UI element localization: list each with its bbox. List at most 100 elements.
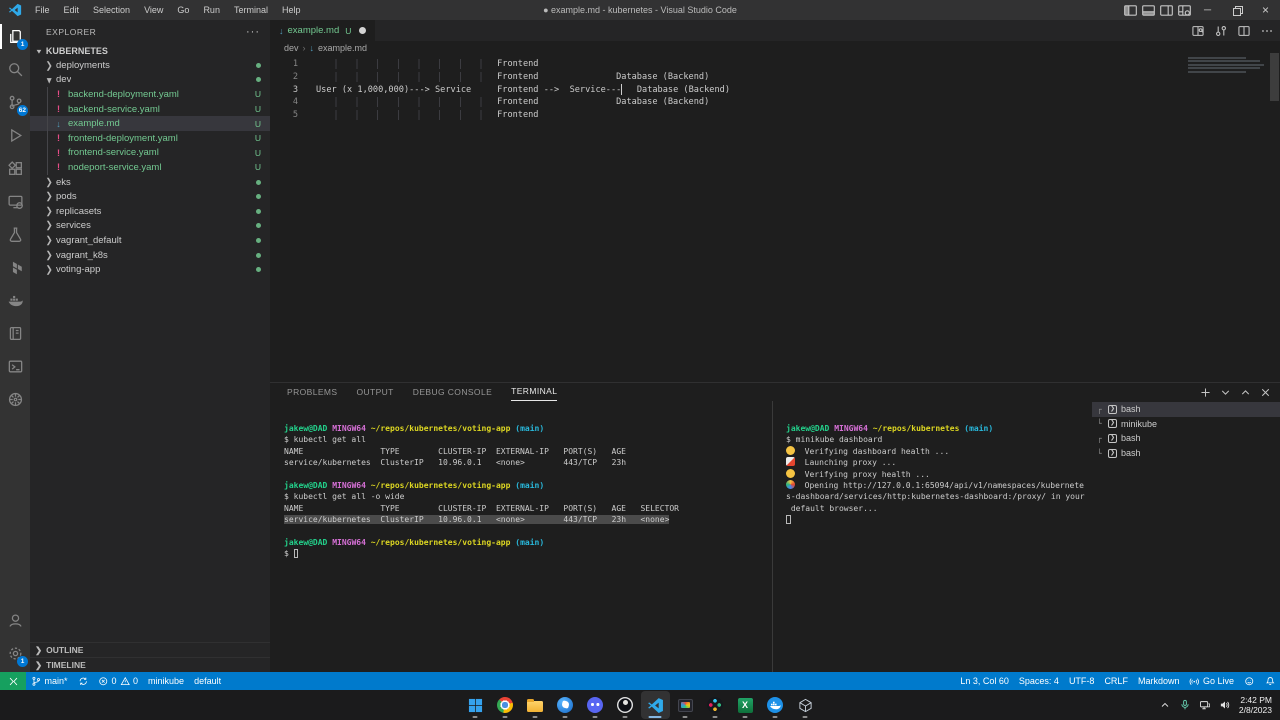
menu-terminal[interactable]: Terminal xyxy=(227,5,275,15)
tree-item-eks[interactable]: ❯ eks xyxy=(30,175,270,190)
status-git-branch[interactable]: main* xyxy=(26,672,73,690)
tree-item-services[interactable]: ❯ services xyxy=(30,219,270,234)
taskbar-obs-studio-icon[interactable] xyxy=(611,691,640,719)
taskbar-excel-icon[interactable]: X xyxy=(731,691,760,719)
activity-notebook-icon[interactable] xyxy=(0,317,30,350)
taskbar-screen-tool-icon[interactable] xyxy=(671,691,700,719)
activity-testing-icon[interactable] xyxy=(0,218,30,251)
status-encoding[interactable]: UTF-8 xyxy=(1064,672,1100,690)
status-kubernetes-context[interactable]: minikube xyxy=(143,672,189,690)
status-cursor-position[interactable]: Ln 3, Col 60 xyxy=(955,672,1014,690)
activity-docker-icon[interactable] xyxy=(0,284,30,317)
tray-chevron-up-icon[interactable] xyxy=(1159,699,1171,711)
tree-item-dev[interactable]: ▼ dev xyxy=(30,73,270,88)
menu-help[interactable]: Help xyxy=(275,5,308,15)
workspace-section-header[interactable]: ▼ KUBERNETES xyxy=(30,44,270,58)
status-indentation[interactable]: Spaces: 4 xyxy=(1014,672,1064,690)
tray-network-icon[interactable] xyxy=(1199,699,1211,711)
status-notifications[interactable] xyxy=(1260,672,1280,690)
tree-item-example-md[interactable]: ↓ example.md U xyxy=(30,116,270,131)
status-feedback[interactable] xyxy=(1239,672,1260,690)
activity-terraform-icon[interactable] xyxy=(0,251,30,284)
taskbar-slack-icon[interactable] xyxy=(701,691,730,719)
panel-tab-output[interactable]: OUTPUT xyxy=(356,384,393,401)
taskbar-3d-viewer-icon[interactable] xyxy=(791,691,820,719)
layout-customize-icon[interactable] xyxy=(1175,0,1193,20)
unsaved-dot-icon[interactable] xyxy=(359,27,367,34)
tree-item-nodeport-service-yaml[interactable]: ! nodeport-service.yaml U xyxy=(30,160,270,175)
panel-tab-debug-console[interactable]: DEBUG CONSOLE xyxy=(413,384,492,401)
remote-indicator[interactable] xyxy=(0,672,26,690)
panel-tab-problems[interactable]: PROBLEMS xyxy=(287,384,337,401)
tree-item-backend-deployment-yaml[interactable]: ! backend-deployment.yaml U xyxy=(30,87,270,102)
minimize-button[interactable]: ─ xyxy=(1193,0,1222,20)
taskbar-start-icon[interactable] xyxy=(461,691,490,719)
code-line-5[interactable]: 5 Frontend xyxy=(270,109,1280,122)
menu-run[interactable]: Run xyxy=(196,5,227,15)
tree-item-vagrant-k8s[interactable]: ❯ vagrant_k8s xyxy=(30,248,270,263)
terminal-tab-bash[interactable]: ┌ ❯ bash xyxy=(1092,402,1280,417)
breadcrumb-file[interactable]: example.md xyxy=(318,43,367,53)
menu-go[interactable]: Go xyxy=(170,5,196,15)
taskbar-game-app-icon[interactable] xyxy=(551,691,580,719)
panel-close-icon[interactable] xyxy=(1259,386,1272,399)
panel-chevron-up-icon[interactable] xyxy=(1239,386,1252,399)
status-sync[interactable] xyxy=(73,672,94,690)
editor-scrollbar[interactable] xyxy=(1270,53,1279,101)
panel-plus-icon[interactable] xyxy=(1199,386,1212,399)
views-more-actions-icon[interactable]: ··· xyxy=(246,26,260,38)
status-eol[interactable]: CRLF xyxy=(1099,672,1133,690)
activity-extensions-icon[interactable] xyxy=(0,152,30,185)
taskbar-docker-icon[interactable] xyxy=(761,691,790,719)
taskbar-vscode-icon[interactable] xyxy=(640,691,670,719)
terminal-tab-minikube[interactable]: └ ❯ minikube xyxy=(1092,417,1280,432)
tree-item-voting-app[interactable]: ❯ voting-app xyxy=(30,262,270,277)
status-problems[interactable]: 00 xyxy=(93,672,143,690)
terminal-pane-left[interactable]: jakew@DAD MINGW64 ~/repos/kubernetes/vot… xyxy=(270,401,772,672)
code-line-1[interactable]: 1 Frontend xyxy=(270,58,1280,71)
open-changes-icon[interactable] xyxy=(1214,24,1228,38)
tree-item-backend-service-yaml[interactable]: ! backend-service.yaml U xyxy=(30,102,270,117)
code-line-3[interactable]: 3 User (x 1,000,000)---> Service Frontend… xyxy=(270,83,1280,97)
menu-file[interactable]: File xyxy=(28,5,57,15)
panel-tab-terminal[interactable]: TERMINAL xyxy=(511,383,558,401)
status-language-mode[interactable]: Markdown xyxy=(1133,672,1185,690)
tray-volume-icon[interactable] xyxy=(1219,699,1231,711)
activity-account-icon[interactable] xyxy=(0,604,30,637)
status-kubernetes-namespace[interactable]: default xyxy=(189,672,226,690)
tab-example-md[interactable]: ↓ example.md U xyxy=(270,20,376,41)
taskbar-file-explorer-icon[interactable] xyxy=(521,691,550,719)
section-outline[interactable]: ❯ OUTLINE xyxy=(30,642,270,657)
activity-explorer-icon[interactable]: 1 xyxy=(0,20,30,53)
code-line-4[interactable]: 4 Frontend Database (Backend) xyxy=(270,96,1280,109)
tree-item-pods[interactable]: ❯ pods xyxy=(30,189,270,204)
activity-kubernetes-icon[interactable] xyxy=(0,383,30,416)
tray-microphone-icon[interactable] xyxy=(1179,699,1191,711)
tree-item-frontend-deployment-yaml[interactable]: ! frontend-deployment.yaml U xyxy=(30,131,270,146)
status-go-live[interactable]: Go Live xyxy=(1184,672,1239,690)
menu-selection[interactable]: Selection xyxy=(86,5,137,15)
tree-item-vagrant-default[interactable]: ❯ vagrant_default xyxy=(30,233,270,248)
code-editor[interactable]: 1 Frontend 2 Frontend Database (Backend) 3… xyxy=(270,58,1280,382)
tree-item-frontend-service-yaml[interactable]: ! frontend-service.yaml U xyxy=(30,146,270,161)
activity-remote-explorer-icon[interactable] xyxy=(0,185,30,218)
section-timeline[interactable]: ❯ TIMELINE xyxy=(30,657,270,672)
menu-view[interactable]: View xyxy=(137,5,170,15)
tree-item-replicasets[interactable]: ❯ replicasets xyxy=(30,204,270,219)
activity-source-control-icon[interactable]: 62 xyxy=(0,86,30,119)
taskbar-chrome-icon[interactable] xyxy=(491,691,520,719)
markdown-preview-icon[interactable] xyxy=(1191,24,1205,38)
layout-sidebar-icon[interactable] xyxy=(1121,0,1139,20)
activity-search-icon[interactable] xyxy=(0,53,30,86)
panel-chevron-down-icon[interactable] xyxy=(1219,386,1232,399)
terminal-pane-right[interactable]: jakew@DAD MINGW64 ~/repos/kubernetes (ma… xyxy=(772,401,1092,672)
terminal-tab-bash[interactable]: └ ❯ bash xyxy=(1092,446,1280,461)
more-actions-icon[interactable] xyxy=(1260,24,1274,38)
activity-run-debug-icon[interactable] xyxy=(0,119,30,152)
terminal-tab-bash[interactable]: ┌ ❯ bash xyxy=(1092,431,1280,446)
activity-settings-icon[interactable]: 1 xyxy=(0,637,30,670)
taskbar-discord-icon[interactable] xyxy=(581,691,610,719)
restore-button[interactable] xyxy=(1222,0,1251,20)
minimap[interactable] xyxy=(1188,57,1266,107)
breadcrumb-folder[interactable]: dev xyxy=(284,43,299,53)
